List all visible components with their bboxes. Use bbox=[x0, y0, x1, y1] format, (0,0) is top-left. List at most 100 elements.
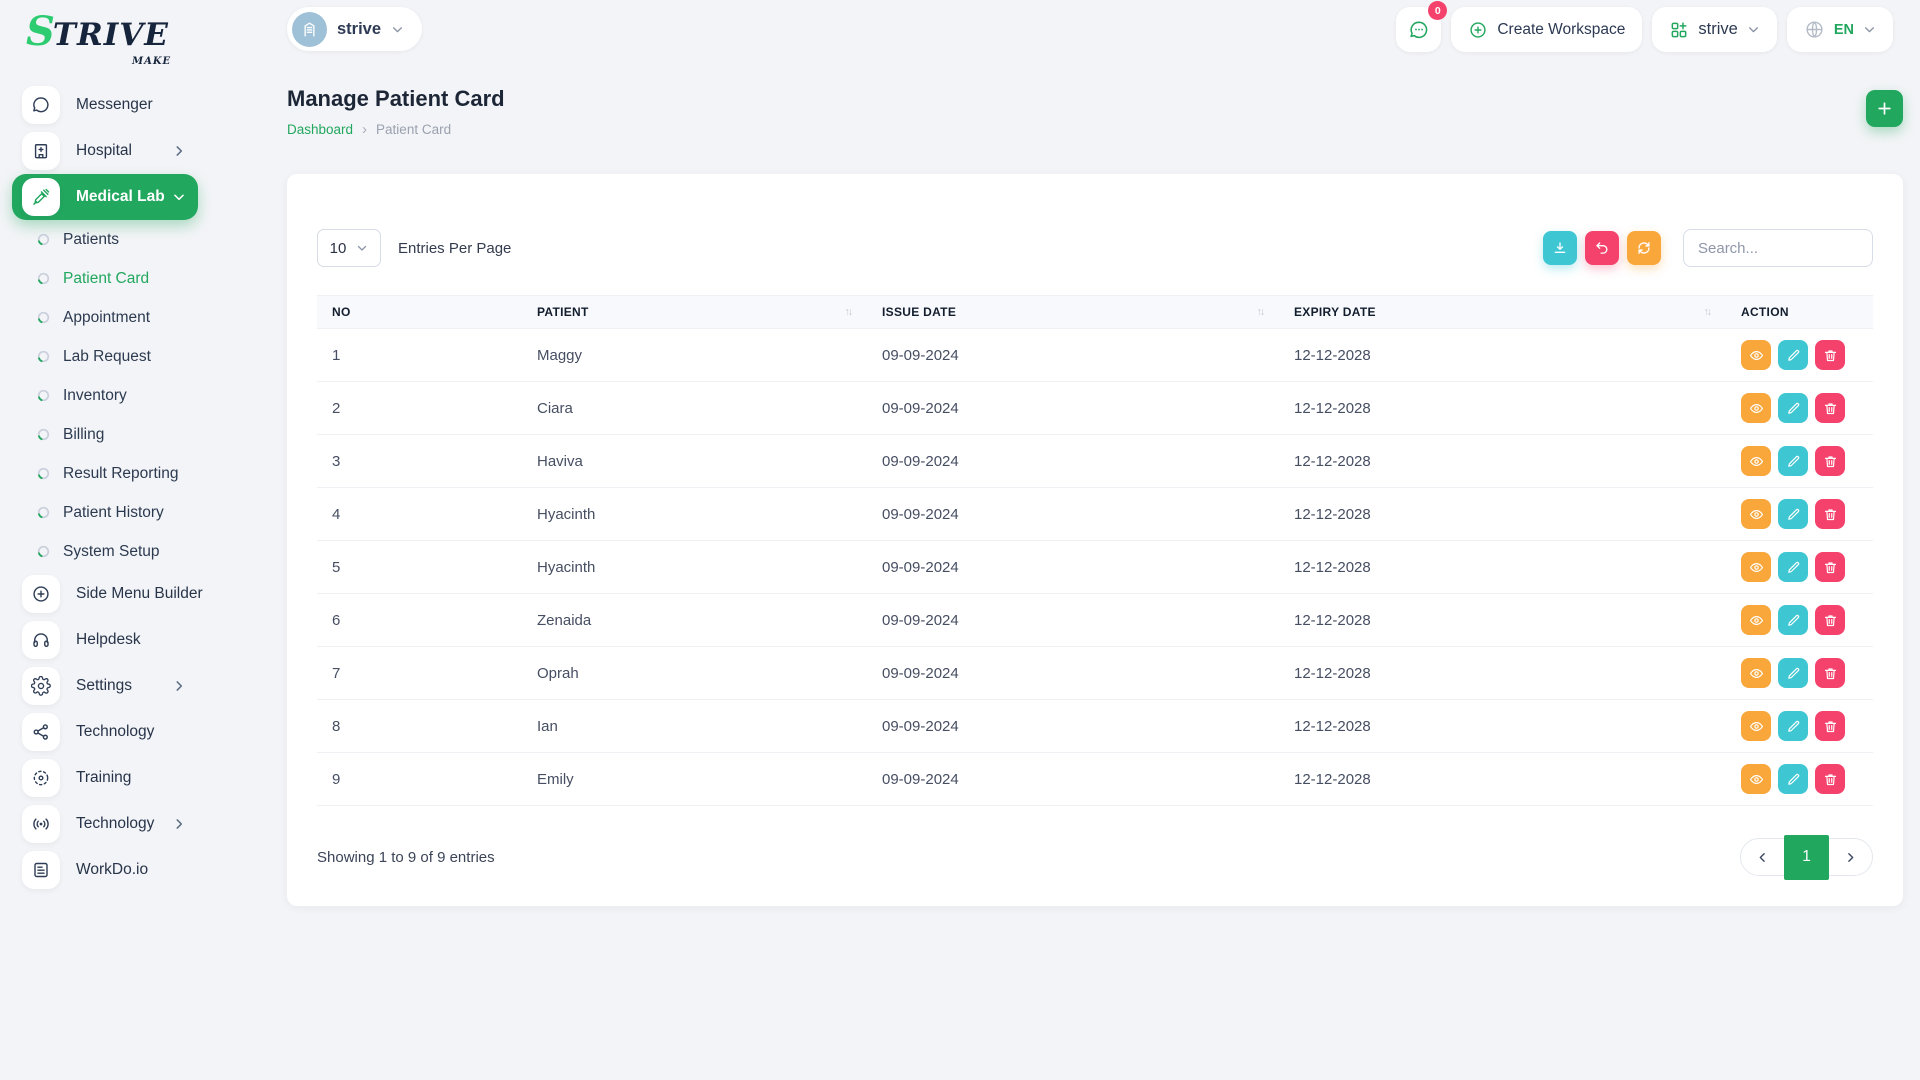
edit-button[interactable] bbox=[1778, 711, 1808, 741]
pencil-icon bbox=[1786, 560, 1801, 575]
sidebar-item-label: Messenger bbox=[76, 96, 153, 113]
trash-icon bbox=[1823, 772, 1838, 787]
entries-per-page-select[interactable]: 10 bbox=[317, 229, 381, 267]
sidebar-item-workdo-io[interactable]: WorkDo.io bbox=[0, 847, 198, 893]
table-row: 1 Maggy 09-09-2024 12-12-2028 bbox=[317, 329, 1873, 382]
sidebar-subitem-label: Patient Card bbox=[63, 269, 150, 287]
search-input[interactable] bbox=[1683, 229, 1873, 267]
delete-button[interactable] bbox=[1815, 711, 1845, 741]
sidebar-subitem-label: System Setup bbox=[63, 542, 160, 560]
delete-button[interactable] bbox=[1815, 605, 1845, 635]
sidebar-subitem-inventory[interactable]: Inventory bbox=[0, 376, 198, 415]
view-button[interactable] bbox=[1741, 499, 1771, 529]
edit-button[interactable] bbox=[1778, 764, 1808, 794]
edit-button[interactable] bbox=[1778, 446, 1808, 476]
sidebar-subitem-patients[interactable]: Patients bbox=[0, 220, 198, 259]
column-header-action: ACTION bbox=[1741, 305, 1789, 319]
pagination: 1 bbox=[1740, 834, 1873, 880]
eye-icon bbox=[1749, 454, 1764, 469]
sidebar-subitem-patient-card[interactable]: Patient Card bbox=[0, 259, 198, 298]
cell-patient: Hyacinth bbox=[537, 558, 596, 576]
sidebar-item-side-menu-builder[interactable]: Side Menu Builder bbox=[0, 571, 203, 617]
pencil-icon bbox=[1786, 348, 1801, 363]
undo-button[interactable] bbox=[1585, 231, 1619, 265]
column-header-expiry-date[interactable]: EXPIRY DATE ↑↓ bbox=[1279, 305, 1726, 319]
edit-button[interactable] bbox=[1778, 552, 1808, 582]
sidebar-subitem-appointment[interactable]: Appointment bbox=[0, 298, 198, 337]
sidebar-item-medical-lab[interactable]: Medical Lab bbox=[12, 174, 198, 220]
plus-circle-icon bbox=[22, 575, 60, 613]
add-patient-card-button[interactable] bbox=[1866, 90, 1903, 127]
delete-button[interactable] bbox=[1815, 499, 1845, 529]
trash-icon bbox=[1823, 401, 1838, 416]
headset-icon bbox=[22, 621, 60, 659]
cell-patient: Maggy bbox=[537, 346, 583, 364]
brand-logo[interactable]: STRIVE MAKE bbox=[0, 12, 256, 74]
view-button[interactable] bbox=[1741, 340, 1771, 370]
breadcrumb-dashboard-link[interactable]: Dashboard bbox=[287, 122, 353, 137]
refresh-icon bbox=[1636, 240, 1652, 256]
sort-icon[interactable]: ↑↓ bbox=[1704, 306, 1712, 318]
cell-expiry-date: 12-12-2028 bbox=[1294, 505, 1371, 523]
globe-icon bbox=[1804, 19, 1825, 40]
view-button[interactable] bbox=[1741, 446, 1771, 476]
sidebar-subitem-result-reporting[interactable]: Result Reporting bbox=[0, 454, 198, 493]
sort-icon[interactable]: ↑↓ bbox=[1257, 306, 1265, 318]
eye-icon bbox=[1749, 401, 1764, 416]
sort-icon[interactable]: ↑↓ bbox=[845, 306, 853, 318]
edit-button[interactable] bbox=[1778, 605, 1808, 635]
view-button[interactable] bbox=[1741, 658, 1771, 688]
workspace-avatar bbox=[292, 11, 327, 47]
sidebar-item-hospital[interactable]: Hospital bbox=[0, 128, 198, 174]
page-1-button[interactable]: 1 bbox=[1784, 834, 1829, 880]
view-button[interactable] bbox=[1741, 764, 1771, 794]
view-button[interactable] bbox=[1741, 393, 1771, 423]
delete-button[interactable] bbox=[1815, 658, 1845, 688]
sidebar-item-technology-2[interactable]: Technology bbox=[0, 801, 198, 847]
breadcrumb-separator: › bbox=[362, 121, 368, 138]
view-button[interactable] bbox=[1741, 605, 1771, 635]
view-button[interactable] bbox=[1741, 552, 1771, 582]
cell-actions bbox=[1726, 605, 1873, 635]
cell-no: 5 bbox=[332, 558, 341, 576]
column-header-patient[interactable]: PATIENT ↑↓ bbox=[522, 305, 867, 319]
edit-button[interactable] bbox=[1778, 658, 1808, 688]
cell-expiry-date: 12-12-2028 bbox=[1294, 717, 1371, 735]
create-workspace-label: Create Workspace bbox=[1497, 20, 1626, 38]
delete-button[interactable] bbox=[1815, 393, 1845, 423]
language-selector[interactable]: EN bbox=[1786, 7, 1893, 52]
delete-button[interactable] bbox=[1815, 446, 1845, 476]
page-header: Manage Patient Card Dashboard › Patient … bbox=[287, 86, 1903, 137]
brand-name: TRIVE bbox=[52, 17, 169, 53]
messages-button[interactable]: 0 bbox=[1396, 1, 1448, 52]
column-header-issue-date[interactable]: ISSUE DATE ↑↓ bbox=[867, 305, 1279, 319]
edit-button[interactable] bbox=[1778, 499, 1808, 529]
workspace-dropdown[interactable]: strive bbox=[1652, 7, 1777, 52]
cell-actions bbox=[1726, 552, 1873, 582]
sidebar-subitem-system-setup[interactable]: System Setup bbox=[0, 532, 198, 571]
workspace-dropdown-label: strive bbox=[1698, 20, 1738, 38]
sidebar-item-helpdesk[interactable]: Helpdesk bbox=[0, 617, 198, 663]
sidebar-item-technology[interactable]: Technology bbox=[0, 709, 198, 755]
delete-button[interactable] bbox=[1815, 340, 1845, 370]
sidebar-item-training[interactable]: Training bbox=[0, 755, 198, 801]
export-button[interactable] bbox=[1543, 231, 1577, 265]
edit-button[interactable] bbox=[1778, 393, 1808, 423]
refresh-button[interactable] bbox=[1627, 231, 1661, 265]
sidebar-item-settings[interactable]: Settings bbox=[0, 663, 198, 709]
delete-button[interactable] bbox=[1815, 552, 1845, 582]
sidebar-item-messenger[interactable]: Messenger bbox=[0, 82, 198, 128]
create-workspace-button[interactable]: Create Workspace bbox=[1451, 7, 1643, 52]
sidebar-subitem-billing[interactable]: Billing bbox=[0, 415, 198, 454]
previous-page-button[interactable] bbox=[1741, 839, 1784, 875]
sidebar-subitem-patient-history[interactable]: Patient History bbox=[0, 493, 198, 532]
view-button[interactable] bbox=[1741, 711, 1771, 741]
trash-icon bbox=[1823, 666, 1838, 681]
delete-button[interactable] bbox=[1815, 764, 1845, 794]
next-page-button[interactable] bbox=[1829, 839, 1872, 875]
messages-badge: 0 bbox=[1428, 1, 1448, 20]
workspace-selector[interactable]: strive bbox=[287, 7, 423, 51]
sidebar-subitem-lab-request[interactable]: Lab Request bbox=[0, 337, 198, 376]
edit-button[interactable] bbox=[1778, 340, 1808, 370]
grid-plus-icon bbox=[1669, 20, 1689, 40]
